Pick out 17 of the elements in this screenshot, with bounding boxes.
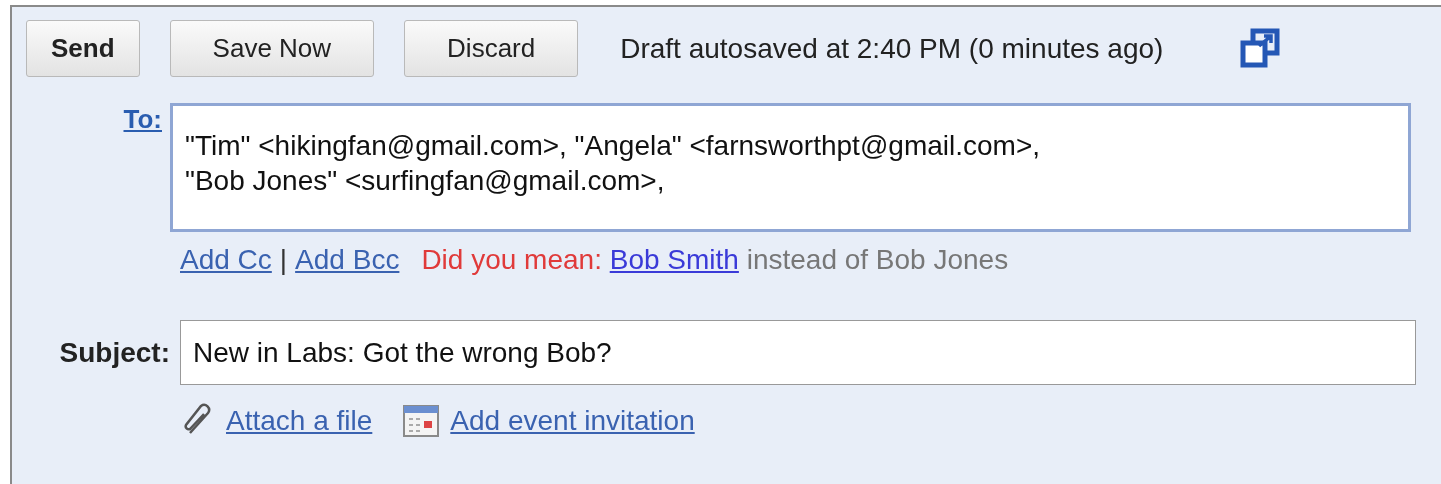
add-event-link[interactable]: Add event invitation — [450, 405, 695, 437]
add-bcc-link[interactable]: Add Bcc — [295, 244, 400, 276]
pop-out-icon[interactable] — [1239, 27, 1282, 70]
toolbar-button[interactable]: Save Now — [169, 20, 375, 77]
subject-label: Subject: — [58, 336, 171, 369]
suggestion-link[interactable]: Bob Smith — [609, 244, 739, 275]
attach-file-link[interactable]: Attach a file — [226, 405, 373, 437]
to-field[interactable]: "Tim" <hikingfan@gmail.com>, "Angela" <farnsworthpt@gmail.com>, "Bob Jones" <surfingfan@gmail.com>, — [170, 103, 1411, 232]
to-link[interactable]: To: — [123, 104, 162, 134]
separator: | — [279, 244, 288, 276]
suggestion-text: Did you mean: Bob Smith instead of Bob Jones — [421, 244, 1009, 276]
add-cc-link[interactable]: Add Cc — [180, 244, 272, 276]
subject-field[interactable]: New in Labs: Got the wrong Bob? — [180, 320, 1416, 385]
send-button[interactable]: Send — [26, 20, 140, 77]
calendar-icon — [402, 403, 441, 439]
toolbar-button[interactable]: Discard — [404, 20, 579, 77]
autosave-status: Draft autosaved at 2:40 PM (0 minutes ago) — [620, 32, 1164, 65]
